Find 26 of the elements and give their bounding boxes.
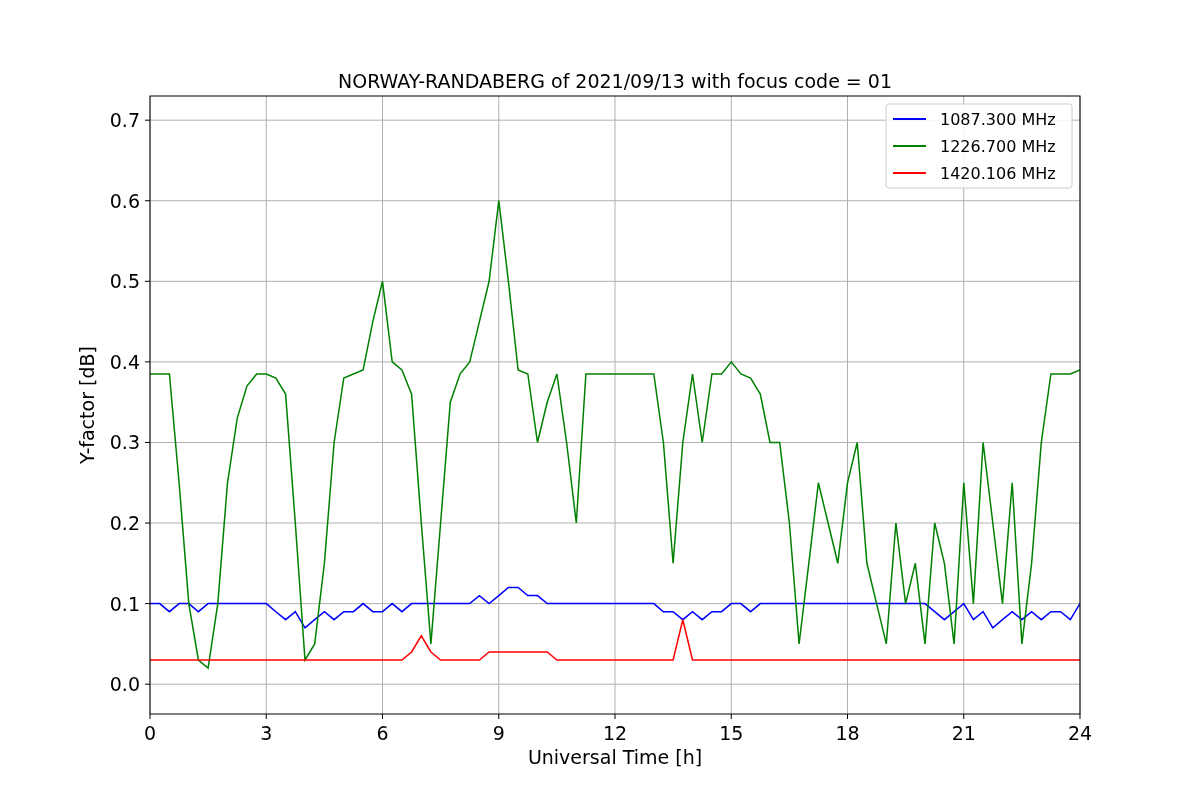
- legend-label: 1226.700 MHz: [940, 137, 1056, 156]
- legend-line: [892, 172, 927, 174]
- y-tick-label: 0.3: [109, 431, 140, 454]
- x-tick-label: 12: [602, 722, 628, 744]
- y-tick-label: 0.5: [109, 270, 140, 293]
- x-tick-label: 3: [260, 722, 273, 744]
- y-tick-label: 0.1: [109, 592, 140, 615]
- x-tick-label: 6: [376, 722, 389, 744]
- x-tick-label: 24: [1067, 722, 1093, 744]
- x-tick-label: 15: [719, 722, 744, 744]
- y-tick-label: 0.7: [109, 109, 140, 132]
- x-tick-label: 18: [835, 722, 860, 744]
- legend-label: 1420.106 MHz: [940, 164, 1056, 183]
- legend-label: 1087.300 MHz: [940, 110, 1056, 129]
- x-axis-label: Universal Time [h]: [527, 746, 703, 768]
- y-tick-label: 0.4: [109, 350, 140, 373]
- chart-title: NORWAY-RANDABERG of 2021/09/13 with focus code = 01: [338, 70, 892, 92]
- y-tick-label: 0.0: [109, 673, 140, 696]
- x-tick-label: 0: [143, 722, 157, 744]
- x-tick-label: 9: [492, 722, 505, 744]
- y-tick-label: 0.2: [109, 512, 140, 535]
- legend-line: [892, 118, 927, 120]
- y-axis-label: Y-factor [dB]: [76, 346, 98, 464]
- x-tick-label: 21: [951, 722, 976, 744]
- y-tick-label: 0.6: [109, 189, 140, 212]
- legend-line: [892, 145, 927, 147]
